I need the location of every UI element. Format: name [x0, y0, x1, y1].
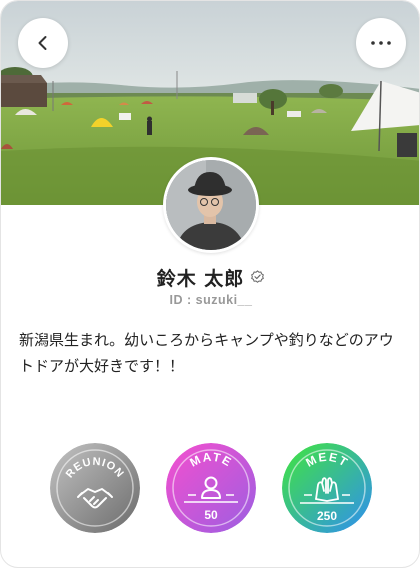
- back-button[interactable]: [18, 18, 68, 68]
- name-row: 鈴木 太郎: [1, 263, 419, 291]
- mate-badge-count: 50: [204, 508, 218, 522]
- user-id: ID : suzuki__: [169, 293, 253, 307]
- user-bio: 新潟県生まれ。幼いころからキャンプや釣りなどのアウトドアが大好きです！！: [19, 331, 394, 375]
- meet-badge[interactable]: MEET 250: [282, 443, 372, 533]
- user-name: 鈴木 太郎: [156, 267, 245, 290]
- meet-badge-count: 250: [317, 509, 337, 523]
- reunion-badge[interactable]: REUNION: [50, 443, 140, 533]
- mate-badge[interactable]: MATE 50: [166, 443, 256, 533]
- profile-card: 鈴木 太郎 ID : suzuki__ 新潟県生まれ。幼いころからキャンプや釣り…: [0, 0, 420, 568]
- ellipsis-icon: [371, 41, 391, 45]
- verified-badge-icon: [251, 269, 265, 283]
- more-options-button[interactable]: [356, 18, 406, 68]
- avatar: [163, 157, 259, 253]
- chevron-left-icon: [38, 36, 47, 50]
